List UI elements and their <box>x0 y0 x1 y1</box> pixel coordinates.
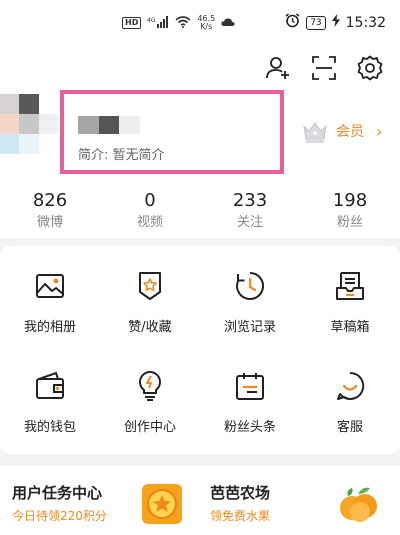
drafts-icon <box>336 272 364 300</box>
fans-headline-icon <box>236 373 264 400</box>
status-left: HD 4G 46.5 K/s <box>122 15 235 31</box>
grid-item-wallet[interactable]: 我的钱包 <box>0 346 100 446</box>
stat-followers[interactable]: 198 粉丝 <box>300 180 400 238</box>
battery-level: 73 <box>306 15 326 30</box>
stat-label: 视频 <box>136 215 163 230</box>
status-right: 73 15:32 <box>285 13 386 32</box>
signal-type: 4G <box>147 17 156 24</box>
farm-subtitle: 领免费水果 <box>210 509 271 523</box>
charging-icon <box>331 14 340 31</box>
profile-header: 简介: 暂无简介 会员 › <box>0 46 400 180</box>
add-friend-icon[interactable] <box>264 54 292 82</box>
chevron-right-icon: › <box>376 121 383 141</box>
alarm-icon <box>285 13 300 32</box>
hd-indicator: HD <box>122 17 142 29</box>
promo-cards: 用户任务中心 今日待领220积分 芭芭农场 领免费水果 <box>0 466 400 535</box>
grid-item-creator[interactable]: 创作中心 <box>100 346 200 446</box>
feature-grid: 我的相册 赞/收藏 浏览记录 草稿箱 我的钱包 创作中心 粉丝头条 客服 <box>0 246 400 454</box>
customer-service-icon <box>337 371 365 400</box>
grid-label: 草稿箱 <box>330 320 370 335</box>
settings-icon[interactable] <box>356 54 384 82</box>
cloud-icon <box>221 17 235 30</box>
grid-label: 客服 <box>336 420 363 435</box>
wallet-icon <box>36 371 64 399</box>
stat-following[interactable]: 233 关注 <box>200 180 300 238</box>
stats-row: 826 微博 0 视频 233 关注 198 粉丝 <box>0 180 400 238</box>
grid-label: 我的钱包 <box>23 420 76 435</box>
stat-label: 微博 <box>36 215 63 230</box>
stat-value: 233 <box>232 190 268 211</box>
profile-info-highlight[interactable]: 简介: 暂无简介 <box>60 90 284 174</box>
profile-intro: 简介: 暂无简介 <box>78 148 165 163</box>
stat-weibo[interactable]: 826 微博 <box>0 180 100 238</box>
album-icon <box>36 274 64 298</box>
like-favorite-icon <box>139 272 161 300</box>
grid-label: 赞/收藏 <box>128 320 172 335</box>
grid-item-album[interactable]: 我的相册 <box>0 246 100 346</box>
fruit-icon <box>336 482 380 526</box>
creator-icon <box>139 371 161 401</box>
wifi-icon <box>175 15 191 31</box>
grid-label: 浏览记录 <box>223 320 276 335</box>
task-center-title: 用户任务中心 <box>12 484 103 502</box>
stat-value: 826 <box>32 190 68 211</box>
stat-label: 关注 <box>236 215 263 230</box>
scan-icon[interactable] <box>310 54 338 82</box>
speed-unit: K/s <box>200 22 213 31</box>
vip-label: 会员 <box>336 124 364 140</box>
feature-row-1: 我的相册 赞/收藏 浏览记录 草稿箱 <box>0 246 400 346</box>
stat-value: 0 <box>144 190 156 211</box>
status-bar: HD 4G 46.5 K/s 73 15:32 <box>0 0 400 46</box>
grid-label: 我的相册 <box>23 320 76 335</box>
crown-icon <box>298 116 332 146</box>
points-coin-icon <box>140 482 184 526</box>
grid-item-likes[interactable]: 赞/收藏 <box>100 246 200 346</box>
task-center-subtitle: 今日待领220积分 <box>12 509 107 523</box>
username-redacted <box>78 116 141 134</box>
history-icon <box>236 272 265 300</box>
clock-time: 15:32 <box>345 14 386 31</box>
farm-title: 芭芭农场 <box>210 484 271 502</box>
avatar[interactable] <box>0 94 58 154</box>
grid-item-customer-service[interactable]: 客服 <box>300 346 400 446</box>
network-speed: 46.5 K/s <box>197 15 215 31</box>
grid-item-fans-headline[interactable]: 粉丝头条 <box>200 346 300 446</box>
grid-label: 粉丝头条 <box>223 420 276 435</box>
stat-value: 198 <box>332 190 368 211</box>
grid-label: 创作中心 <box>123 420 176 435</box>
stat-video[interactable]: 0 视频 <box>100 180 200 238</box>
grid-item-history[interactable]: 浏览记录 <box>200 246 300 346</box>
stat-label: 粉丝 <box>336 215 363 230</box>
signal-icon: 4G <box>147 15 169 31</box>
feature-row-2: 我的钱包 创作中心 粉丝头条 客服 <box>0 346 400 446</box>
grid-item-drafts[interactable]: 草稿箱 <box>300 246 400 346</box>
vip-membership-button[interactable]: 会员 › <box>298 116 382 146</box>
